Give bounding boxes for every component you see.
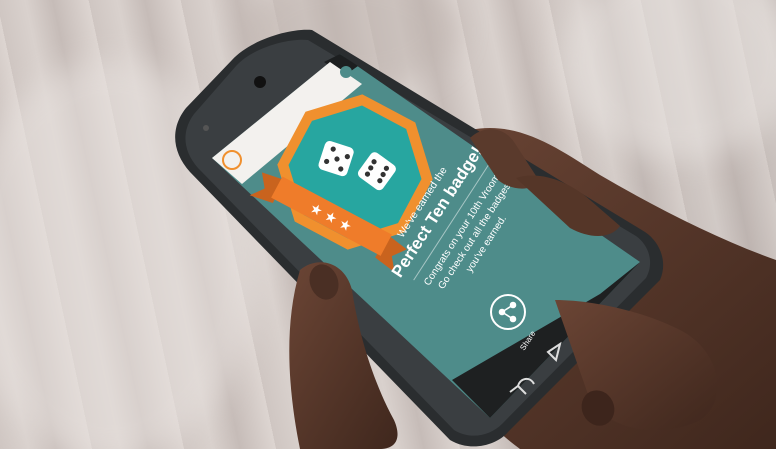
front-sensor [203, 125, 209, 131]
phone-illustration: ★ ★ ★ We've earned the Perfect Ten badge… [175, 29, 776, 449]
phone-scene: ★ ★ ★ We've earned the Perfect Ten badge… [0, 0, 776, 449]
front-camera [254, 76, 266, 88]
settings-icon[interactable] [340, 66, 352, 78]
